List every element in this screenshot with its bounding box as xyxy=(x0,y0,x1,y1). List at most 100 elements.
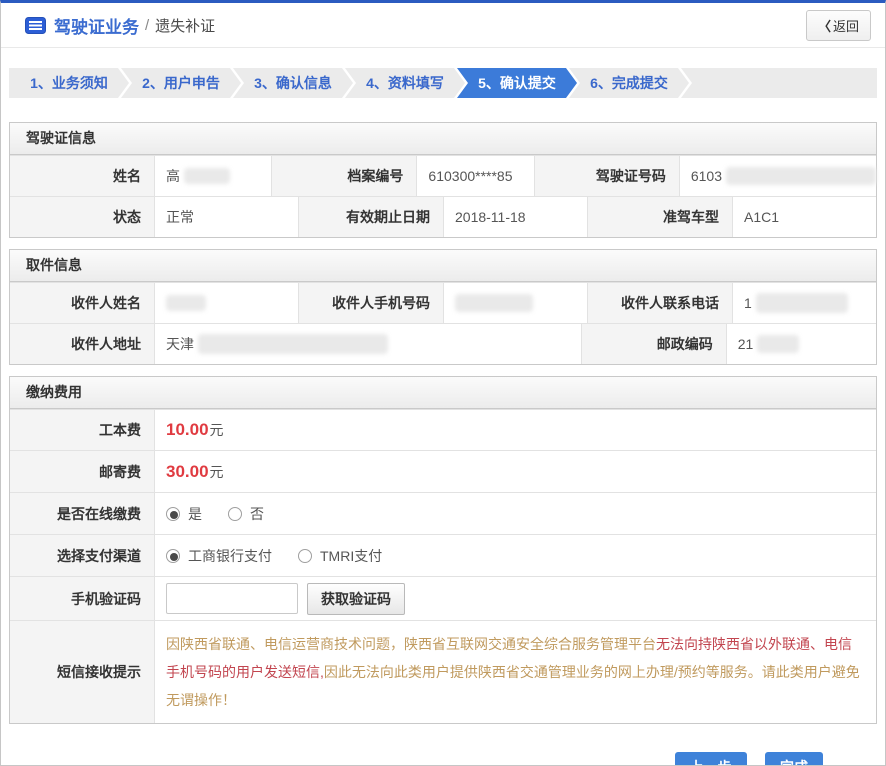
redaction-blur xyxy=(756,293,848,313)
radio-unselected-icon[interactable] xyxy=(298,549,312,563)
sms-code-cell: 获取验证码 xyxy=(155,577,876,620)
table-row: 工本费 10.00元 xyxy=(10,409,876,450)
header: 驾驶证业务 / 遗失补证 〈返回 xyxy=(1,3,885,48)
file-no-text: 610300****85 xyxy=(428,168,512,184)
postal-code-value: 21 xyxy=(727,324,876,364)
radio-label-tmri: TMRI支付 xyxy=(320,546,382,566)
back-chevron-icon: 〈 xyxy=(818,19,831,34)
table-row: 收件人地址 天津 邮政编码 21 xyxy=(10,323,876,364)
step-1[interactable]: 1、业务须知 xyxy=(9,68,129,98)
recipient-phone-text: 1 xyxy=(744,295,752,311)
table-row: 邮寄费 30.00元 xyxy=(10,450,876,492)
file-no-label: 档案编号 xyxy=(272,156,417,196)
redaction-blur xyxy=(726,167,876,185)
radio-option-icbc[interactable]: 工商银行支付 xyxy=(166,546,272,566)
name-value: 高 xyxy=(155,156,272,196)
file-no-value: 610300****85 xyxy=(417,156,534,196)
recipient-address-text: 天津 xyxy=(166,334,194,354)
recipient-phone-label: 收件人联系电话 xyxy=(588,283,733,323)
production-fee-amount: 10.00 xyxy=(166,420,209,440)
recipient-mobile-label: 收件人手机号码 xyxy=(299,283,444,323)
table-row: 姓名 高 档案编号 610300****85 驾驶证号码 6103 xyxy=(10,155,876,196)
recipient-mobile-value xyxy=(444,283,588,323)
production-fee-label: 工本费 xyxy=(10,410,155,450)
license-service-icon xyxy=(25,17,46,34)
sms-code-input[interactable] xyxy=(166,583,298,614)
step-5-active[interactable]: 5、确认提交 xyxy=(457,68,577,98)
sms-code-label: 手机验证码 xyxy=(10,577,155,620)
radio-option-no[interactable]: 否 xyxy=(228,504,264,524)
redaction-blur xyxy=(184,168,230,184)
postage-fee-unit: 元 xyxy=(210,462,224,482)
recipient-address-label: 收件人地址 xyxy=(10,324,155,364)
production-fee-value: 10.00元 xyxy=(155,410,876,450)
get-code-button[interactable]: 获取验证码 xyxy=(307,583,405,615)
sms-notice-label: 短信接收提示 xyxy=(10,621,155,723)
postage-fee-value: 30.00元 xyxy=(155,451,876,492)
finish-button[interactable]: 完成 xyxy=(765,752,823,766)
page-title: 驾驶证业务 xyxy=(54,13,139,38)
recipient-address-value: 天津 xyxy=(155,324,582,364)
vehicle-class-label: 准驾车型 xyxy=(588,197,733,237)
payment-section-title: 缴纳费用 xyxy=(10,377,876,409)
step-2[interactable]: 2、用户申告 xyxy=(121,68,241,98)
postage-fee-label: 邮寄费 xyxy=(10,451,155,492)
radio-selected-icon[interactable] xyxy=(166,549,180,563)
recipient-phone-value: 1 xyxy=(733,283,876,323)
notice-part-1: 因陕西省联通、电信运营商技术问题，陕西省互联网交通安全综合服务管理平台 xyxy=(166,636,656,652)
postal-code-text: 21 xyxy=(738,336,754,352)
table-row: 选择支付渠道 工商银行支付 TMRI支付 xyxy=(10,534,876,576)
online-pay-label: 是否在线缴费 xyxy=(10,493,155,534)
step-nav-filler xyxy=(681,68,877,98)
table-row: 收件人姓名 收件人手机号码 收件人联系电话 1 xyxy=(10,282,876,323)
vehicle-class-text: A1C1 xyxy=(744,209,779,225)
step-3[interactable]: 3、确认信息 xyxy=(233,68,353,98)
radio-selected-icon[interactable] xyxy=(166,507,180,521)
table-row: 短信接收提示 因陕西省联通、电信运营商技术问题，陕西省互联网交通安全综合服务管理… xyxy=(10,620,876,723)
radio-option-tmri[interactable]: TMRI支付 xyxy=(298,546,382,566)
step-6[interactable]: 6、完成提交 xyxy=(569,68,689,98)
step-4[interactable]: 4、资料填写 xyxy=(345,68,465,98)
pay-channel-label: 选择支付渠道 xyxy=(10,535,155,576)
table-row: 手机验证码 获取验证码 xyxy=(10,576,876,620)
status-label: 状态 xyxy=(10,197,155,237)
redaction-blur xyxy=(455,294,533,312)
payment-section: 缴纳费用 工本费 10.00元 邮寄费 30.00元 是否在线缴费 是 否 选择… xyxy=(9,376,877,724)
pay-channel-options: 工商银行支付 TMRI支付 xyxy=(155,535,876,576)
name-label: 姓名 xyxy=(10,156,155,196)
breadcrumb-current: 遗失补证 xyxy=(155,15,215,36)
sms-notice-text: 因陕西省联通、电信运营商技术问题，陕西省互联网交通安全综合服务管理平台无法向持陕… xyxy=(155,621,876,723)
status-text: 正常 xyxy=(166,207,194,227)
footer-actions: 上一步 完成 xyxy=(1,752,823,766)
page: 驾驶证业务 / 遗失补证 〈返回 1、业务须知 2、用户申告 3、确认信息 4、… xyxy=(0,0,886,766)
name-text: 高 xyxy=(166,166,180,186)
license-no-text: 6103 xyxy=(691,168,722,184)
expiry-value: 2018-11-18 xyxy=(444,197,588,237)
online-pay-options: 是 否 xyxy=(155,493,876,534)
radio-unselected-icon[interactable] xyxy=(228,507,242,521)
table-row: 状态 正常 有效期止日期 2018-11-18 准驾车型 A1C1 xyxy=(10,196,876,237)
vehicle-class-value: A1C1 xyxy=(733,197,876,237)
status-value: 正常 xyxy=(155,197,299,237)
license-no-label: 驾驶证号码 xyxy=(535,156,680,196)
radio-option-yes[interactable]: 是 xyxy=(166,504,202,524)
back-button[interactable]: 〈返回 xyxy=(806,10,871,41)
redaction-blur xyxy=(166,295,206,311)
redaction-blur xyxy=(757,335,799,353)
step-nav: 1、业务须知 2、用户申告 3、确认信息 4、资料填写 5、确认提交 6、完成提… xyxy=(9,68,877,98)
radio-label-icbc: 工商银行支付 xyxy=(188,546,272,566)
recipient-name-label: 收件人姓名 xyxy=(10,283,155,323)
license-info-section: 驾驶证信息 姓名 高 档案编号 610300****85 驾驶证号码 6103 … xyxy=(9,122,877,238)
redaction-blur xyxy=(198,334,388,354)
postage-fee-amount: 30.00 xyxy=(166,462,209,482)
prev-step-button[interactable]: 上一步 xyxy=(675,752,747,766)
expiry-text: 2018-11-18 xyxy=(455,209,526,225)
pickup-info-section: 取件信息 收件人姓名 收件人手机号码 收件人联系电话 1 收件人地址 天津 邮政… xyxy=(9,249,877,365)
pickup-section-title: 取件信息 xyxy=(10,250,876,282)
radio-label-yes: 是 xyxy=(188,504,202,524)
back-label: 返回 xyxy=(833,19,859,34)
breadcrumb-separator: / xyxy=(145,17,149,34)
postal-code-label: 邮政编码 xyxy=(582,324,727,364)
production-fee-unit: 元 xyxy=(210,420,224,440)
recipient-name-value xyxy=(155,283,299,323)
